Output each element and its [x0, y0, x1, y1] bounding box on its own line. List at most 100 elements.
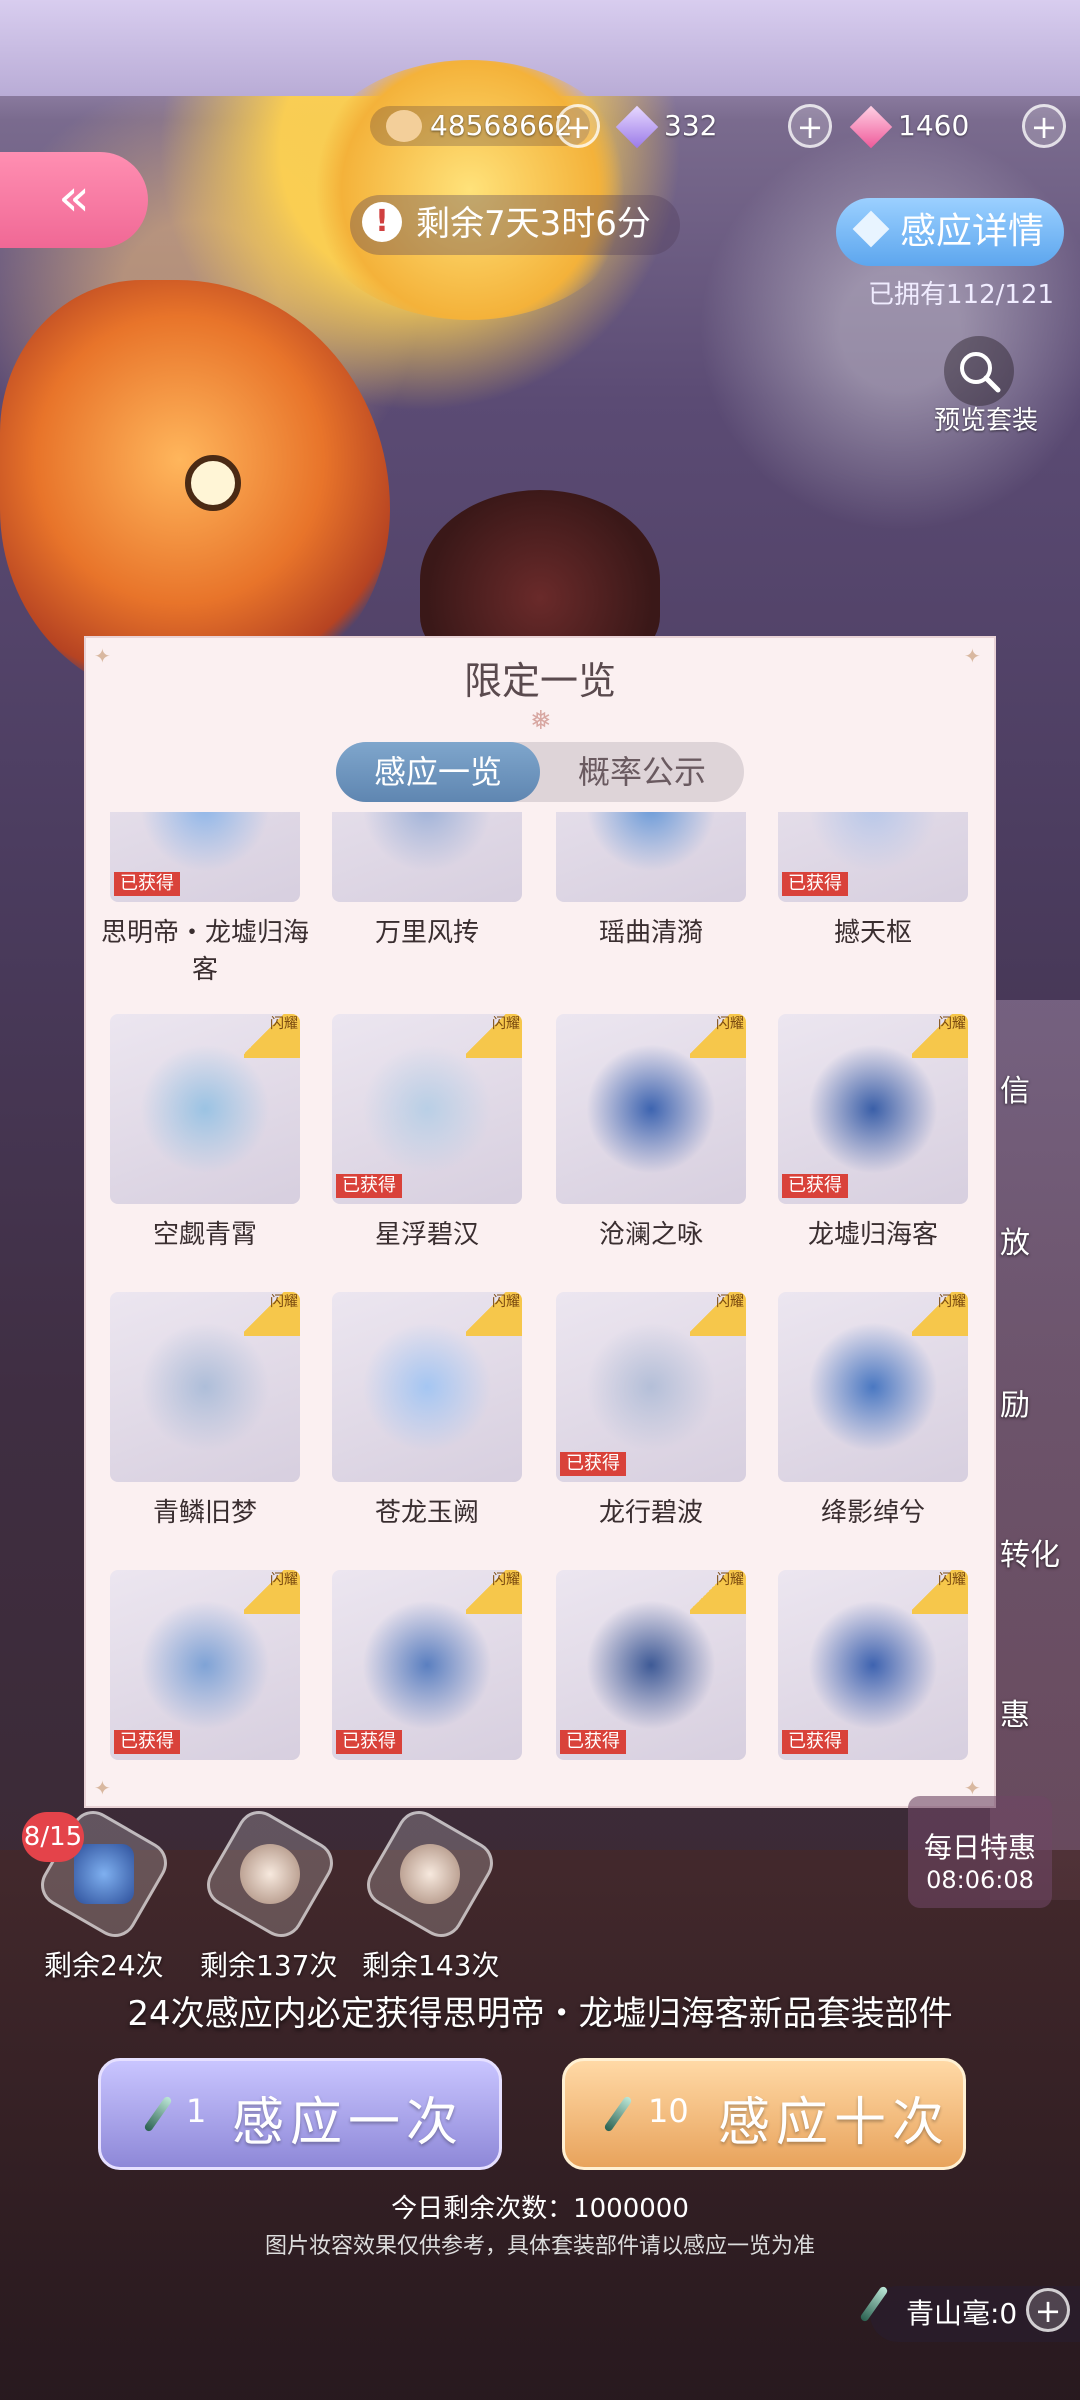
- preview-button[interactable]: [944, 336, 1014, 406]
- side-menu-label[interactable]: 转化: [1000, 1530, 1060, 1574]
- item-name: 思明帝・龙墟归海客: [100, 918, 309, 985]
- add-blue-diamond-button[interactable]: +: [788, 104, 832, 148]
- shine-badge: 闪耀: [466, 1014, 522, 1058]
- shine-badge: 闪耀: [690, 1014, 746, 1058]
- add-coins-button[interactable]: +: [556, 104, 600, 148]
- search-icon: [960, 352, 1001, 393]
- draw-ten-label[interactable]: 感应十次: [718, 2080, 950, 2155]
- item-thumbnail[interactable]: 已获得: [778, 812, 968, 902]
- detail-button-label[interactable]: 感应详情: [900, 206, 1044, 258]
- item-thumbnail[interactable]: 闪耀: [778, 1292, 968, 1482]
- item-artwork: [362, 1600, 492, 1730]
- modal-title: 限定一览: [463, 659, 616, 703]
- item-thumbnail[interactable]: 闪耀已获得: [556, 1292, 746, 1482]
- item-thumbnail[interactable]: 闪耀: [332, 1292, 522, 1482]
- side-menu-label[interactable]: 励: [1000, 1380, 1030, 1424]
- back-button[interactable]: «: [0, 152, 148, 248]
- shine-badge: 闪耀: [690, 1292, 746, 1336]
- item-artwork: [808, 1600, 938, 1730]
- item-artwork: [140, 1044, 270, 1174]
- shine-badge: 闪耀: [244, 1014, 300, 1058]
- side-menu-panel: [990, 1000, 1080, 1900]
- owned-tag: 已获得: [782, 872, 848, 896]
- owned-tag: 已获得: [560, 1452, 626, 1476]
- shine-badge: 闪耀: [690, 1570, 746, 1614]
- blue-diamond-amount: 332: [664, 109, 718, 142]
- item-name: 万里风抟: [374, 918, 479, 948]
- character-thumbnail: [400, 1844, 460, 1904]
- item-artwork: [586, 1600, 716, 1730]
- progress-badge: 8/15: [22, 1812, 84, 1862]
- item-artwork: [362, 1044, 492, 1174]
- item-thumbnail[interactable]: 闪耀 已获得: [332, 1570, 522, 1760]
- side-menu-label[interactable]: 放: [1000, 1218, 1030, 1262]
- item-thumbnail[interactable]: 闪耀 已获得: [556, 1570, 746, 1760]
- item-thumbnail[interactable]: 闪耀: [556, 1014, 746, 1204]
- owned-tag: 已获得: [782, 1730, 848, 1754]
- item-artwork: [140, 812, 270, 872]
- shine-badge: 闪耀: [912, 1014, 968, 1058]
- item-thumbnail[interactable]: 闪耀: [110, 1292, 300, 1482]
- tab-probability[interactable]: 概率公示: [540, 742, 744, 802]
- side-menu-label[interactable]: 信: [1000, 1066, 1030, 1110]
- pity-slot[interactable]: [358, 1802, 502, 1946]
- item-artwork: [586, 1044, 716, 1174]
- pink-diamond-amount: 1460: [898, 109, 970, 142]
- item-artwork: [362, 812, 492, 872]
- item-name: 撼天枢: [833, 918, 912, 948]
- item-artwork: [140, 1600, 270, 1730]
- item-thumbnail[interactable]: 闪耀 已获得: [778, 1570, 968, 1760]
- item-name: 星浮碧汉: [374, 1220, 479, 1250]
- shine-badge: 闪耀: [244, 1570, 300, 1614]
- item-thumbnail[interactable]: 已获得: [110, 812, 300, 902]
- item-thumbnail[interactable]: 闪耀已获得: [778, 1014, 968, 1204]
- daily-deal-title[interactable]: 每日特惠: [910, 1826, 1050, 1866]
- shine-badge: 闪耀: [466, 1570, 522, 1614]
- timer-text: 剩余7天3时6分: [416, 204, 651, 244]
- add-pink-diamond-button[interactable]: +: [1022, 104, 1066, 148]
- item-thumbnail[interactable]: 闪耀: [110, 1014, 300, 1204]
- item-thumbnail[interactable]: [332, 812, 522, 902]
- remaining-count: 剩余143次: [362, 1949, 500, 1982]
- preview-label[interactable]: 预览套装: [934, 400, 1038, 437]
- remaining-count: 剩余137次: [200, 1949, 338, 1982]
- item-name: 苍龙玉阙: [374, 1498, 479, 1528]
- draw-once-count[interactable]: 1: [186, 2092, 206, 2130]
- item-name: 沧澜之咏: [598, 1220, 703, 1250]
- character-thumbnail: [240, 1844, 300, 1904]
- disclaimer-text: 图片妆容效果仅供参考，具体套装部件请以感应一览为准: [264, 2234, 815, 2259]
- add-qingshan-button[interactable]: +: [1026, 2288, 1070, 2332]
- item-thumbnail[interactable]: [556, 812, 746, 902]
- item-thumbnail[interactable]: 闪耀已获得: [332, 1014, 522, 1204]
- lantern-illustration: [300, 60, 640, 320]
- shine-badge: 闪耀: [466, 1292, 522, 1336]
- owned-tag: 已获得: [336, 1174, 402, 1198]
- item-artwork: [808, 1044, 938, 1174]
- guarantee-text: 24次感应内必定获得思明帝・龙墟归海客新品套装部件: [127, 1994, 953, 2034]
- item-artwork: [362, 1322, 492, 1452]
- draw-ten-count[interactable]: 10: [648, 2092, 689, 2130]
- dragon-eye-illustration: [185, 455, 241, 511]
- item-artwork: [808, 812, 938, 872]
- owned-tag: 已获得: [782, 1174, 848, 1198]
- owned-tag: 已获得: [114, 1730, 180, 1754]
- snowflake-ornament-icon: ❅: [530, 706, 552, 736]
- item-artwork: [808, 1322, 938, 1452]
- coin-amount: 48568662: [430, 109, 573, 142]
- owned-count: 已拥有112/121: [868, 280, 1055, 310]
- shine-badge: 闪耀: [912, 1292, 968, 1336]
- warning-icon: !: [362, 202, 402, 242]
- item-grid[interactable]: 已获得 思明帝・龙墟归海客 万里风抟 瑶曲清漪 已获得 撼天枢 闪耀 空觑青霄 闪耀 已获得 星浮碧…: [100, 812, 980, 1798]
- item-artwork: [586, 1322, 716, 1452]
- item-name: 青鳞旧梦: [152, 1498, 257, 1528]
- draw-once-label[interactable]: 感应一次: [232, 2080, 464, 2155]
- item-name: 空觑青霄: [152, 1220, 257, 1250]
- item-name: 龙行碧波: [598, 1498, 703, 1528]
- tab-draw-list[interactable]: 感应一览: [336, 742, 540, 802]
- pity-slot[interactable]: [198, 1802, 342, 1946]
- item-thumbnail[interactable]: 闪耀已获得: [110, 1570, 300, 1760]
- qingshan-amount: 青山毫:0: [906, 2297, 1018, 2330]
- owned-tag: 已获得: [114, 872, 180, 896]
- item-name: 绛影绰兮: [820, 1498, 925, 1528]
- side-menu-label[interactable]: 惠: [1000, 1690, 1030, 1734]
